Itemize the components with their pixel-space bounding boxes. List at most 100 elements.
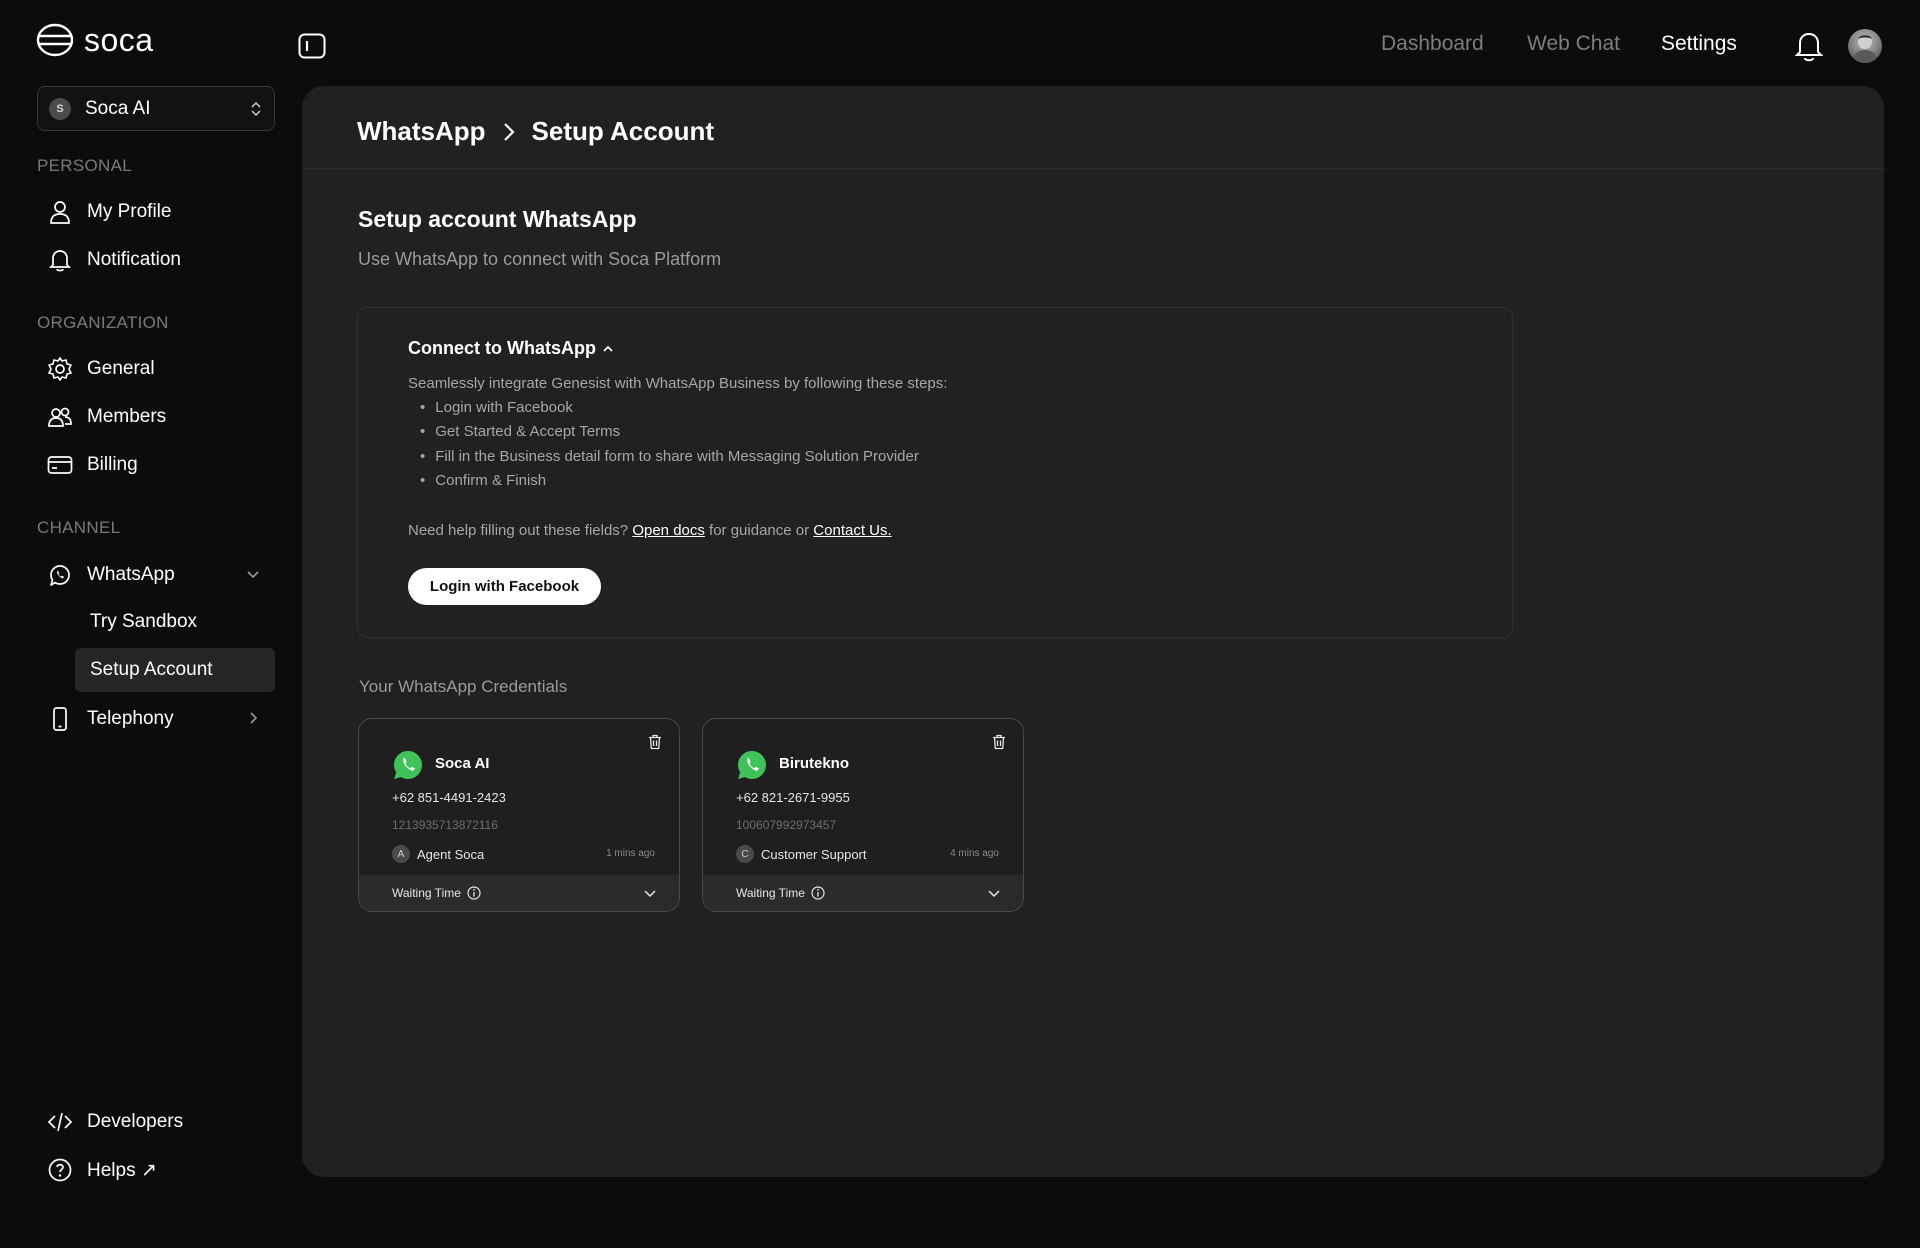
user-avatar[interactable]	[1848, 29, 1882, 63]
bell-icon	[48, 250, 72, 272]
chevron-down-icon	[644, 890, 656, 898]
agent-avatar: C	[736, 845, 754, 863]
credential-timestamp: 4 mins ago	[950, 848, 999, 859]
step-text: Fill in the Business detail form to shar…	[435, 448, 919, 465]
help-middle: for guidance or	[709, 522, 810, 539]
credential-id: 1213935713872116	[392, 818, 498, 832]
sidebar-item-notification[interactable]: Notification	[37, 240, 275, 280]
agent-name: Customer Support	[761, 846, 867, 862]
soca-logo-icon	[36, 23, 74, 57]
step-item: • Login with Facebook	[420, 399, 573, 416]
step-text: Get Started & Accept Terms	[435, 423, 621, 440]
sidebar-item-label: Billing	[87, 454, 138, 475]
chevron-right-icon	[503, 122, 515, 141]
nav-settings[interactable]: Settings	[1661, 32, 1737, 56]
sidebar-item-whatsapp[interactable]: WhatsApp	[37, 555, 275, 595]
bullet: •	[420, 448, 426, 465]
waiting-time-label: Waiting Time	[736, 886, 805, 900]
credential-id: 100607992973457	[736, 818, 837, 832]
breadcrumb: WhatsApp Setup Account	[357, 116, 714, 147]
org-avatar: S	[49, 97, 71, 120]
bell-icon	[1794, 32, 1824, 62]
org-name: Soca AI	[85, 97, 151, 119]
step-item: • Confirm & Finish	[420, 472, 546, 489]
connect-section-toggle[interactable]: Connect to WhatsApp	[408, 338, 614, 359]
bullet: •	[420, 399, 426, 416]
page-title: Setup account WhatsApp	[358, 206, 637, 232]
breadcrumb-current: Setup Account	[531, 116, 715, 146]
app-logo[interactable]: soca	[36, 22, 154, 58]
sidebar-item-my-profile[interactable]: My Profile	[37, 192, 275, 232]
sidebar-item-telephony[interactable]: Telephony	[37, 699, 275, 739]
credentials-label: Your WhatsApp Credentials	[359, 677, 568, 696]
sidebar-item-label: Helps ↗	[87, 1159, 157, 1181]
whatsapp-logo-icon	[394, 751, 422, 779]
waiting-time-label: Waiting Time	[392, 886, 461, 900]
sidebar-item-label: Notification	[87, 249, 181, 270]
sidebar-item-developers[interactable]: Developers	[37, 1102, 183, 1142]
connect-title: Connect to WhatsApp	[408, 338, 596, 358]
organization-selector[interactable]: S Soca AI	[37, 86, 275, 131]
sidebar-item-billing[interactable]: Billing	[37, 445, 275, 485]
waiting-time: Waiting Time	[392, 886, 643, 900]
credit-card-icon	[47, 456, 73, 474]
bullet: •	[420, 423, 426, 440]
sidebar-subitem-setup-account[interactable]: Setup Account	[75, 648, 275, 692]
trash-icon[interactable]	[648, 734, 662, 750]
agent-name: Agent Soca	[417, 846, 485, 862]
user-photo-icon	[1853, 35, 1877, 63]
trash-icon[interactable]	[992, 734, 1006, 750]
whatsapp-icon	[50, 565, 70, 586]
sidebar-item-label: Members	[87, 406, 167, 427]
code-icon	[47, 1112, 73, 1132]
contact-us-link[interactable]: Contact Us.	[813, 522, 891, 539]
sidebar-subitem-try-sandbox[interactable]: Try Sandbox	[75, 600, 275, 644]
info-icon	[811, 886, 825, 900]
help-text: Need help filling out these fields? Open…	[408, 522, 892, 539]
help-prefix: Need help filling out these fields?	[408, 522, 629, 539]
help-circle-icon	[48, 1158, 72, 1182]
open-docs-link[interactable]: Open docs	[632, 522, 705, 539]
credential-timestamp: 1 mins ago	[606, 848, 655, 859]
sidebar-item-general[interactable]: General	[37, 349, 275, 389]
notifications-button[interactable]	[1794, 29, 1824, 68]
chevron-up-icon	[603, 345, 613, 352]
breadcrumb-whatsapp[interactable]: WhatsApp	[357, 116, 486, 147]
sidebar-toggle-button[interactable]	[298, 33, 328, 61]
waiting-time: Waiting Time	[736, 886, 987, 900]
section-label-personal: PERSONAL	[37, 156, 132, 175]
credential-name: Soca AI	[435, 755, 490, 772]
chevron-right-icon	[250, 712, 258, 724]
login-with-facebook-button[interactable]: Login with Facebook	[408, 568, 601, 605]
section-label-organization: ORGANIZATION	[37, 313, 169, 332]
sidebar-item-label: Telephony	[87, 708, 174, 729]
phone-icon	[53, 707, 67, 731]
step-text: Confirm & Finish	[435, 472, 547, 489]
app-name: soca	[84, 21, 154, 58]
waiting-time-toggle[interactable]: Waiting Time	[703, 875, 1023, 911]
sidebar-item-label: Developers	[87, 1111, 184, 1132]
sidebar-toggle-icon	[298, 33, 326, 59]
agent-avatar: A	[392, 845, 410, 863]
sidebar-item-helps[interactable]: Helps ↗	[37, 1150, 157, 1190]
sidebar-item-label: My Profile	[87, 201, 172, 222]
credential-agent: A Agent Soca	[392, 845, 484, 863]
chevron-up-down-icon	[251, 101, 261, 116]
nav-web-chat[interactable]: Web Chat	[1527, 32, 1620, 56]
step-text: Login with Facebook	[435, 399, 573, 416]
chevron-down-icon	[988, 890, 1000, 898]
credential-card[interactable]: Soca AI +62 851-4491-2423 12139357138721…	[358, 718, 680, 912]
users-icon	[48, 407, 72, 427]
credential-phone: +62 851-4491-2423	[392, 790, 506, 805]
chevron-down-icon	[247, 571, 259, 579]
sidebar-item-label: General	[87, 358, 155, 379]
nav-dashboard[interactable]: Dashboard	[1381, 32, 1484, 56]
sidebar-item-members[interactable]: Members	[37, 397, 275, 437]
waiting-time-toggle[interactable]: Waiting Time	[359, 875, 679, 911]
info-icon	[467, 886, 481, 900]
page-subtitle: Use WhatsApp to connect with Soca Platfo…	[358, 249, 722, 269]
bullet: •	[420, 472, 426, 489]
sidebar-item-label: WhatsApp	[87, 564, 175, 585]
credential-card[interactable]: Birutekno +62 821-2671-9955 100607992973…	[702, 718, 1024, 912]
section-label-channel: CHANNEL	[37, 518, 121, 537]
